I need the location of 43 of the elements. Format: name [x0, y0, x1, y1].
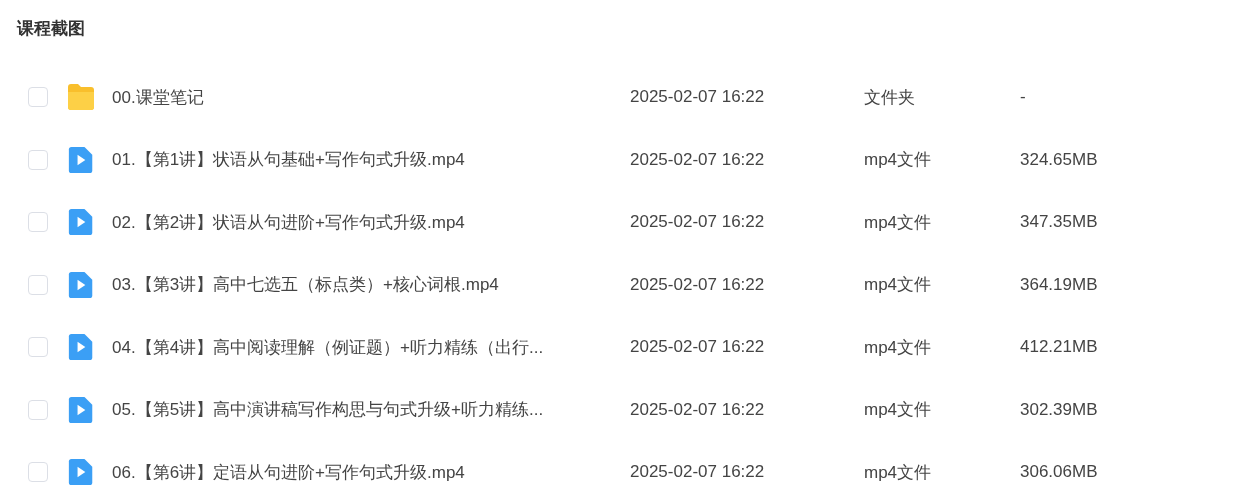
modified-date: 2025-02-07 16:22 — [630, 212, 766, 233]
file-type: mp4文件 — [864, 461, 933, 484]
file-type: 文件夹 — [864, 86, 916, 109]
section-title: 课程截图 — [17, 18, 85, 40]
folder-icon — [66, 83, 96, 112]
modified-date: 2025-02-07 16:22 — [630, 87, 766, 108]
video-file-icon — [68, 269, 94, 300]
video-file-icon — [68, 332, 94, 363]
video-file-icon — [68, 144, 94, 175]
file-name[interactable]: 02.【第2讲】状语从句进阶+写作句式升级.mp4 — [112, 210, 630, 234]
file-type: mp4文件 — [864, 274, 933, 297]
file-name[interactable]: 00.课堂笔记 — [112, 85, 630, 109]
file-size: - — [1020, 87, 1026, 108]
file-name[interactable]: 05.【第5讲】高中演讲稿写作构思与句式升级+听力精练... — [112, 398, 630, 422]
modified-date: 2025-02-07 16:22 — [630, 337, 766, 358]
file-name[interactable]: 04.【第4讲】高中阅读理解（例证题）+听力精练（出行... — [112, 335, 630, 359]
file-name[interactable]: 06.【第6讲】定语从句进阶+写作句式升级.mp4 — [112, 460, 630, 484]
modified-date: 2025-02-07 16:22 — [630, 149, 766, 170]
file-type: mp4文件 — [864, 399, 933, 422]
modified-date: 2025-02-07 16:22 — [630, 274, 766, 295]
file-name[interactable]: 01.【第1讲】状语从句基础+写作句式升级.mp4 — [112, 148, 630, 172]
file-size: 306.06MB — [1020, 462, 1098, 483]
file-size: 324.65MB — [1020, 149, 1098, 170]
modified-date: 2025-02-07 16:22 — [630, 399, 766, 420]
file-type: mp4文件 — [864, 149, 933, 172]
file-size: 302.39MB — [1020, 399, 1098, 420]
checkbox[interactable] — [28, 87, 48, 108]
file-size: 347.35MB — [1020, 212, 1098, 233]
checkbox[interactable] — [28, 337, 48, 358]
checkbox[interactable] — [28, 149, 48, 170]
video-file-icon — [68, 207, 94, 238]
file-size: 364.19MB — [1020, 274, 1098, 295]
video-file-icon — [68, 457, 94, 488]
file-size: 412.21MB — [1020, 337, 1098, 358]
file-name[interactable]: 03.【第3讲】高中七选五（标点类）+核心词根.mp4 — [112, 273, 630, 297]
checkbox[interactable] — [28, 399, 48, 420]
video-file-icon — [68, 394, 94, 425]
checkbox[interactable] — [28, 274, 48, 295]
checkbox[interactable] — [28, 462, 48, 483]
file-type: mp4文件 — [864, 336, 933, 359]
file-type: mp4文件 — [864, 211, 933, 234]
modified-date: 2025-02-07 16:22 — [630, 462, 766, 483]
checkbox[interactable] — [28, 212, 48, 233]
